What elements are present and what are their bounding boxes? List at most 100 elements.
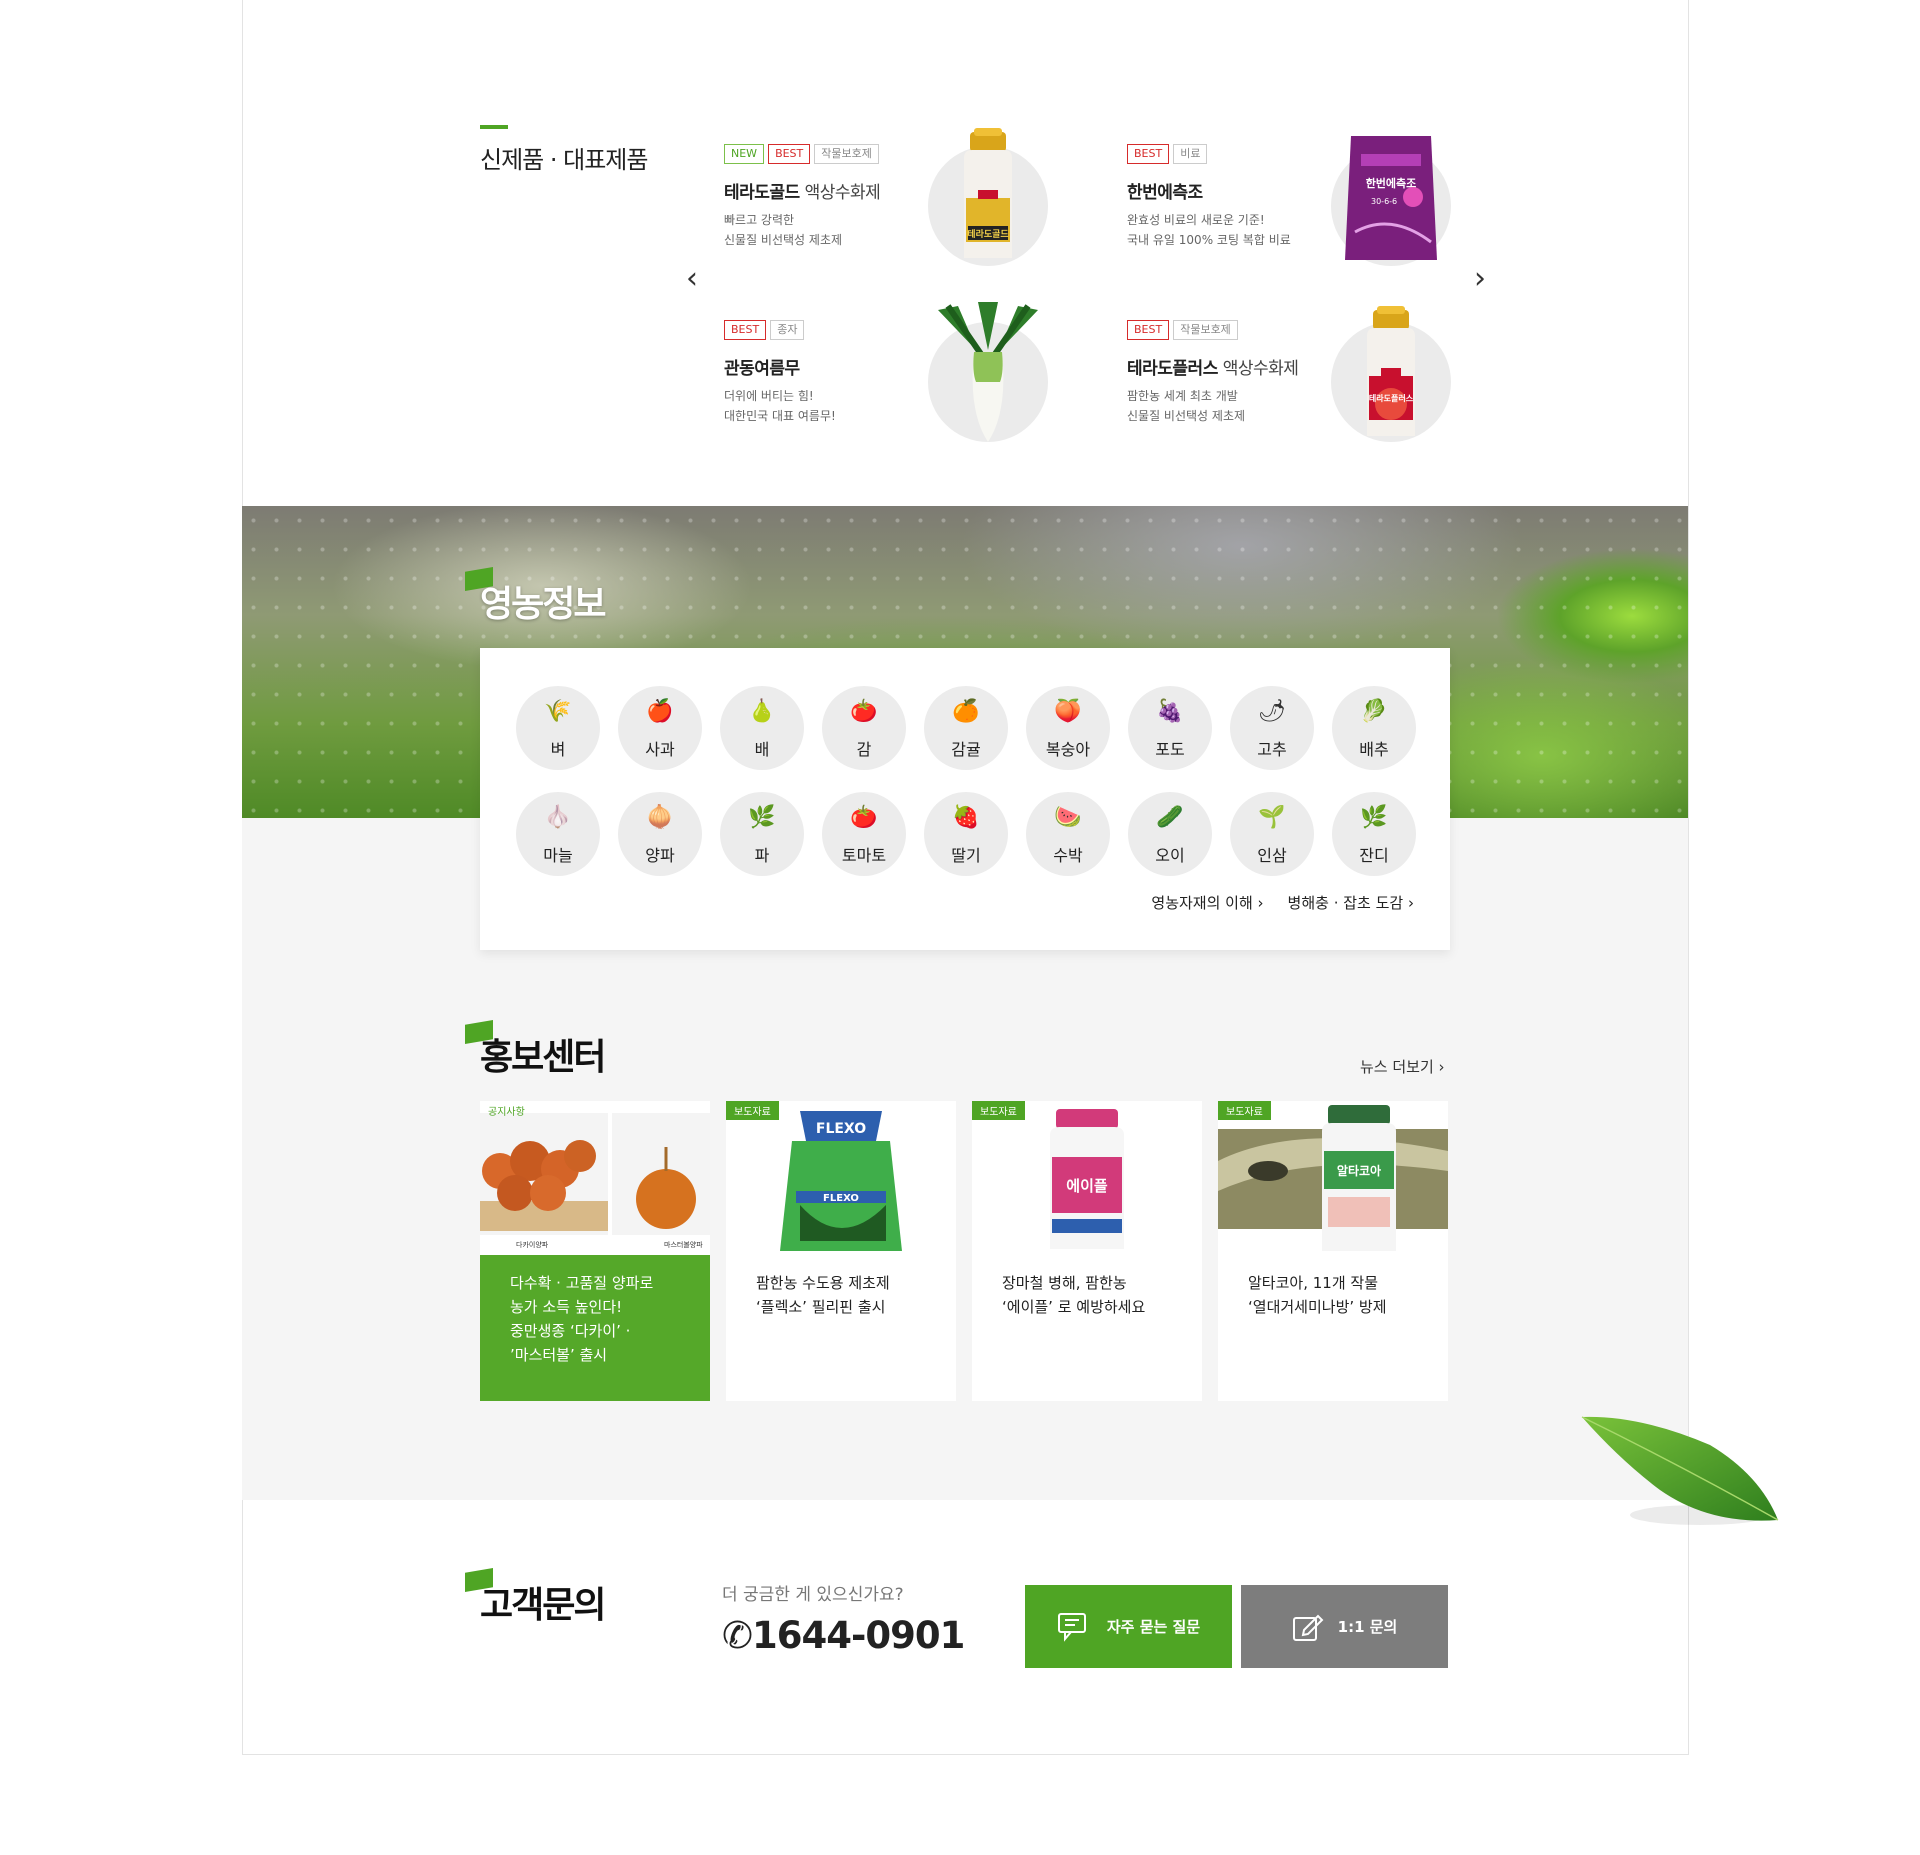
crop-label: 수박 — [1053, 846, 1083, 865]
news-category-badge: 공지사항 — [488, 1107, 525, 1118]
crop-item[interactable]: 🍉 수박 — [1026, 792, 1110, 876]
tag-best: BEST — [768, 144, 811, 164]
products-section-title: 신제품 · 대표제품 — [480, 146, 648, 174]
crop-label: 잔디 — [1359, 846, 1389, 865]
crop-icon: 🍊 — [952, 699, 980, 724]
product-name: 한번에측조 — [1127, 183, 1203, 203]
crop-item[interactable]: 🌶 고추 — [1230, 686, 1314, 770]
crop-item[interactable]: 🍇 포도 — [1128, 686, 1212, 770]
crop-label: 배 — [754, 740, 770, 759]
product-name: 관동여름무 — [724, 359, 800, 379]
tag-best: BEST — [1127, 320, 1170, 340]
crop-item[interactable]: 🧄 마늘 — [516, 792, 600, 876]
section-accent-bar — [480, 125, 508, 129]
product-name: 테라도플러스 액상수화제 — [1127, 359, 1299, 379]
crop-icon: 🌾 — [544, 699, 572, 724]
news-card-altacor[interactable]: 알타코아 보도자료 알타코아, 11개 작물 ‘열대거세미나방’ 방제 — [1218, 1101, 1448, 1401]
product-card-hanbeon[interactable]: BEST 비료 한번에측조 완효성 비료의 새로운 기준! 국내 유일 100% … — [1127, 136, 1487, 294]
faq-button[interactable]: 자주 묻는 질문 — [1025, 1585, 1232, 1668]
crop-item[interactable]: 🌿 잔디 — [1332, 792, 1416, 876]
farm-info-links: 영농자재의 이해 › 병해충 · 잡초 도감 › — [1151, 892, 1414, 913]
svg-text:다카이양파: 다카이양파 — [516, 1240, 549, 1249]
news-thumbnail: 에이플 — [972, 1101, 1202, 1255]
news-thumbnail: FLEXO FLEXO — [726, 1101, 956, 1255]
crop-label: 감귤 — [951, 740, 981, 759]
prev-arrow-icon[interactable]: ‹ — [686, 264, 698, 294]
crop-item[interactable]: 🍐 배 — [720, 686, 804, 770]
svg-text:한번에측조: 한번에측조 — [1366, 176, 1417, 190]
crop-item[interactable]: 🌾 벼 — [516, 686, 600, 770]
product-image — [928, 302, 1048, 442]
inquiry-button[interactable]: 1:1 문의 — [1241, 1585, 1448, 1668]
phone-icon: ✆ — [722, 1614, 753, 1657]
product-card-terado-gold[interactable]: NEW BEST 작물보호제 테라도골드 액상수화제 빠르고 강력한 신물질 비선… — [724, 128, 1084, 294]
crop-icon: 🍅 — [850, 805, 878, 830]
crop-item[interactable]: 🍑 복숭아 — [1026, 686, 1110, 770]
link-pest-weed-guide[interactable]: 병해충 · 잡초 도감 › — [1288, 892, 1414, 913]
svg-text:알타코아: 알타코아 — [1337, 1163, 1381, 1178]
tag-best: BEST — [724, 320, 767, 340]
svg-text:마스터볼양파: 마스터볼양파 — [664, 1240, 703, 1249]
news-category-badge: 보도자료 — [1218, 1101, 1271, 1120]
crop-item[interactable]: 🥒 오이 — [1128, 792, 1212, 876]
customer-phone: ✆1644-0901 — [722, 1614, 965, 1657]
crop-label: 벼 — [550, 740, 566, 759]
crop-icon: 🍇 — [1156, 699, 1184, 724]
crop-icon: 🧅 — [646, 805, 674, 830]
crop-label: 마늘 — [543, 846, 573, 865]
product-description: 더위에 버티는 힘! 대한민국 대표 여름무! — [724, 389, 836, 423]
crop-icon: 🍉 — [1054, 805, 1082, 830]
chat-bubble-icon — [1057, 1612, 1086, 1642]
product-image: 테라도골드 — [928, 128, 1048, 266]
news-category-badge: 보도자료 — [726, 1101, 779, 1120]
crop-item[interactable]: 🌱 인삼 — [1230, 792, 1314, 876]
crop-icon: 🍓 — [952, 805, 980, 830]
news-card-onion[interactable]: 다카이양파 마스터볼양파 공지사항 다수확 · 고품질 양파로 농가 소득 높인다… — [480, 1101, 710, 1401]
crop-icon: 🥬 — [1360, 699, 1388, 724]
tag-category: 작물보호제 — [814, 144, 879, 164]
crop-item[interactable]: 🍎 사과 — [618, 686, 702, 770]
tag-category: 비료 — [1173, 144, 1208, 164]
crop-icon: 🧄 — [544, 805, 572, 830]
news-headline: 팜한농 수도용 제초제 ‘플렉소’ 필리핀 출시 — [756, 1274, 890, 1316]
product-card-terado-plus[interactable]: BEST 작물보호제 테라도플러스 액상수화제 팜한농 세계 최초 개발 신물질 … — [1127, 306, 1487, 470]
customer-question: 더 궁금한 게 있으신가요? — [722, 1585, 904, 1605]
crop-item[interactable]: 🍅 감 — [822, 686, 906, 770]
crop-label: 복숭아 — [1045, 740, 1091, 759]
product-tags: BEST 작물보호제 — [1127, 320, 1238, 340]
news-headline: 알타코아, 11개 작물 ‘열대거세미나방’ 방제 — [1248, 1274, 1387, 1316]
svg-text:테라도플러스: 테라도플러스 — [1369, 393, 1414, 403]
crop-icon: 🍐 — [748, 699, 776, 724]
crop-label: 양파 — [645, 846, 675, 865]
crop-item[interactable]: 🧅 양파 — [618, 792, 702, 876]
news-thumbnail: 다카이양파 마스터볼양파 — [480, 1101, 710, 1255]
crop-icon: 🌿 — [748, 805, 776, 830]
crop-item[interactable]: 🍓 딸기 — [924, 792, 1008, 876]
news-card-aple[interactable]: 에이플 보도자료 장마철 병해, 팜한농 ‘에이플’ 로 예방하세요 — [972, 1101, 1202, 1401]
crop-icon: 🌶 — [1258, 699, 1286, 724]
svg-text:에이플: 에이플 — [1066, 1177, 1108, 1195]
svg-text:FLEXO: FLEXO — [816, 1121, 866, 1137]
edit-pencil-icon — [1292, 1614, 1324, 1641]
link-material-guide[interactable]: 영농자재의 이해 › — [1151, 892, 1263, 913]
news-more-link[interactable]: 뉴스 더보기 › — [1360, 1056, 1445, 1077]
crop-item[interactable]: 🥬 배추 — [1332, 686, 1416, 770]
crop-label: 포도 — [1155, 740, 1185, 759]
crop-icon: 🍑 — [1054, 699, 1082, 724]
crop-item[interactable]: 🍅 토마토 — [822, 792, 906, 876]
crop-label: 오이 — [1155, 846, 1185, 865]
news-category-badge: 보도자료 — [972, 1101, 1025, 1120]
crop-icon: 🌱 — [1258, 805, 1286, 830]
tag-new: NEW — [724, 144, 765, 164]
crop-item[interactable]: 🍊 감귤 — [924, 686, 1008, 770]
crop-label: 딸기 — [951, 846, 981, 865]
crop-icon: 🌿 — [1360, 805, 1388, 830]
inquiry-button-label: 1:1 문의 — [1337, 1618, 1398, 1636]
news-card-flexo[interactable]: FLEXO FLEXO 보도자료 팜한농 수도용 제초제 ‘플렉소’ 필리핀 출시 — [726, 1101, 956, 1401]
tag-category: 작물보호제 — [1173, 320, 1238, 340]
product-card-radish[interactable]: BEST 종자 관동여름무 더위에 버티는 힘! 대한민국 대표 여름무! — [724, 302, 1084, 470]
crop-icon: 🍅 — [850, 699, 878, 724]
crop-item[interactable]: 🌿 파 — [720, 792, 804, 876]
product-description: 완효성 비료의 새로운 기준! 국내 유일 100% 코팅 복합 비료 — [1127, 213, 1291, 247]
svg-text:FLEXO: FLEXO — [823, 1193, 859, 1204]
